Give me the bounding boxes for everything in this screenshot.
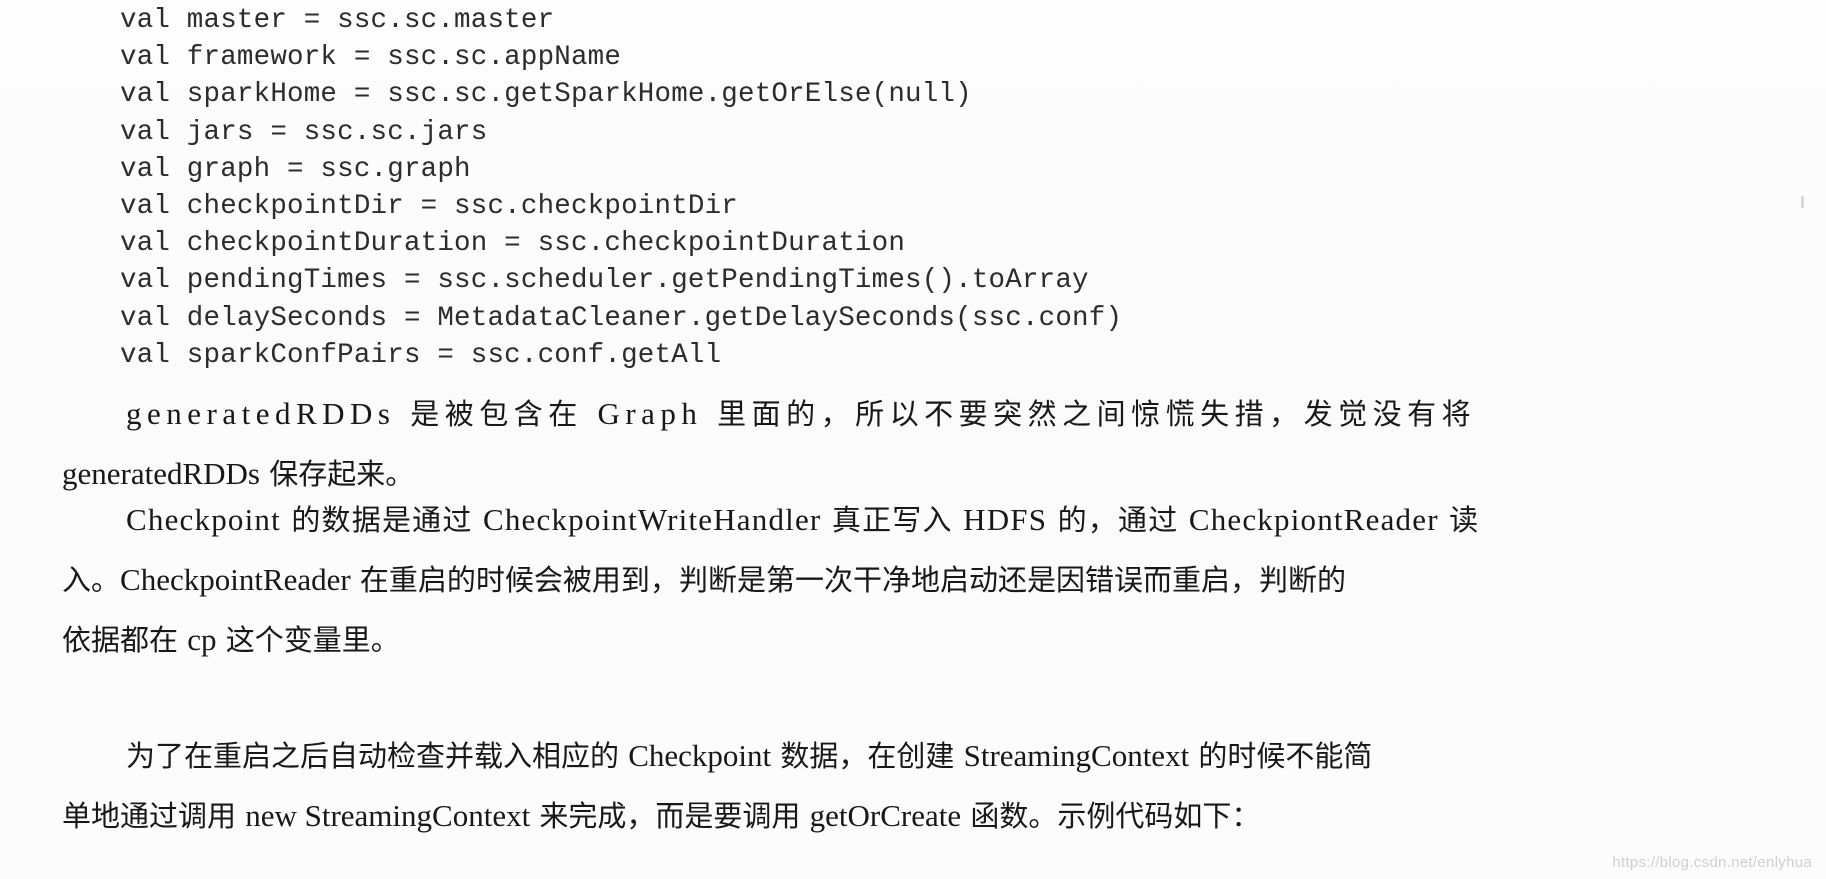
text-run-cjk: 里面的，所以不要突然之间惊慌失措，发觉没有将 xyxy=(702,397,1477,431)
watermark-url: https://blog.csdn.net/enlyhua xyxy=(1612,854,1812,871)
text-run-latin: CheckpointWriteHandler xyxy=(482,502,822,537)
paragraph-line: 入。CheckpointReader 在重启的时候会被用到，判断是第一次干净地启… xyxy=(62,550,1474,610)
scan-artifact xyxy=(1801,196,1804,208)
text-run-cjk: 真正写入 xyxy=(821,503,964,537)
paragraph-generated-rdds: generatedRDDs 是被包含在 Graph 里面的，所以不要突然之间惊慌… xyxy=(62,384,1474,504)
text-run-cjk: 的数据是通过 xyxy=(280,503,483,537)
code-line: val master = ssc.sc.master xyxy=(120,5,555,36)
text-run-cjk: 单地通过调用 xyxy=(62,799,246,833)
code-line: val delaySeconds = MetadataCleaner.getDe… xyxy=(120,302,1123,334)
paragraph-checkpoint: Checkpoint 的数据是通过 CheckpointWriteHandler… xyxy=(62,490,1478,670)
paragraph-line: Checkpoint 的数据是通过 CheckpointWriteHandler… xyxy=(62,490,1478,550)
text-run-cjk: 这个变量里。 xyxy=(216,623,400,657)
text-run-cjk: 保存起来。 xyxy=(260,457,415,491)
text-run-latin: Checkpoint xyxy=(126,502,281,537)
text-run-latin: generatedRDDs xyxy=(126,396,396,431)
code-line: val framework = ssc.sc.appName xyxy=(120,42,622,74)
text-run-cjk: 是被包含在 xyxy=(395,397,598,431)
text-run-latin: new StreamingContext xyxy=(245,798,531,833)
text-run-cjk: 的时候不能简 xyxy=(1189,739,1373,773)
code-line: val sparkHome = ssc.sc.getSparkHome.getO… xyxy=(120,79,972,111)
scanned-page: val master = ssc.sc.master val framework… xyxy=(0,0,1826,879)
code-line: val sparkConfPairs = ssc.conf.getAll xyxy=(120,339,722,371)
text-run-cjk: 读 xyxy=(1438,503,1480,537)
text-run-cjk: 的，通过 xyxy=(1047,503,1189,537)
paragraph-line: generatedRDDs 是被包含在 Graph 里面的，所以不要突然之间惊慌… xyxy=(62,384,1474,444)
code-line: val checkpointDir = ssc.checkpointDir xyxy=(120,191,738,223)
code-listing: val master = ssc.sc.master val framework… xyxy=(120,2,1460,374)
text-run-latin: CheckpiontReader xyxy=(1188,502,1439,537)
paragraph-getorcreate: 为了在重启之后自动检查并载入相应的 Checkpoint 数据，在创建 Stre… xyxy=(62,726,1474,846)
text-run-cjk: 入。 xyxy=(62,563,121,597)
code-line: val graph = ssc.graph xyxy=(120,153,471,185)
text-run-latin: cp xyxy=(187,622,217,657)
text-run-latin: Checkpoint xyxy=(628,738,772,773)
code-line: val pendingTimes = ssc.scheduler.getPend… xyxy=(120,265,1089,297)
text-run-cjk: 依据都在 xyxy=(62,623,188,657)
text-run-latin: HDFS xyxy=(963,502,1048,537)
paragraph-line: 为了在重启之后自动检查并载入相应的 Checkpoint 数据，在创建 Stre… xyxy=(62,726,1474,786)
text-run-latin: StreamingContext xyxy=(963,738,1190,773)
text-run-cjk: 函数。示例代码如下： xyxy=(961,799,1261,833)
text-run-cjk: 数据，在创建 xyxy=(771,739,964,773)
text-run-latin: generatedRDDs xyxy=(62,456,260,491)
text-run-latin: Graph xyxy=(597,396,703,431)
text-run-latin: CheckpointReader xyxy=(120,562,351,597)
paragraph-line: 单地通过调用 new StreamingContext 来完成，而是要调用 ge… xyxy=(62,786,1474,846)
code-line: val jars = ssc.sc.jars xyxy=(120,116,488,148)
code-line: val checkpointDuration = ssc.checkpointD… xyxy=(120,228,906,260)
text-run-cjk: 为了在重启之后自动检查并载入相应的 xyxy=(126,739,629,773)
paragraph-line: 依据都在 cp 这个变量里。 xyxy=(62,610,1474,670)
text-run-cjk: 来完成，而是要调用 xyxy=(530,799,810,833)
text-run-latin: getOrCreate xyxy=(809,798,962,833)
text-run-cjk: 在重启的时候会被用到，判断是第一次干净地启动还是因错误而重启，判断的 xyxy=(350,563,1346,597)
